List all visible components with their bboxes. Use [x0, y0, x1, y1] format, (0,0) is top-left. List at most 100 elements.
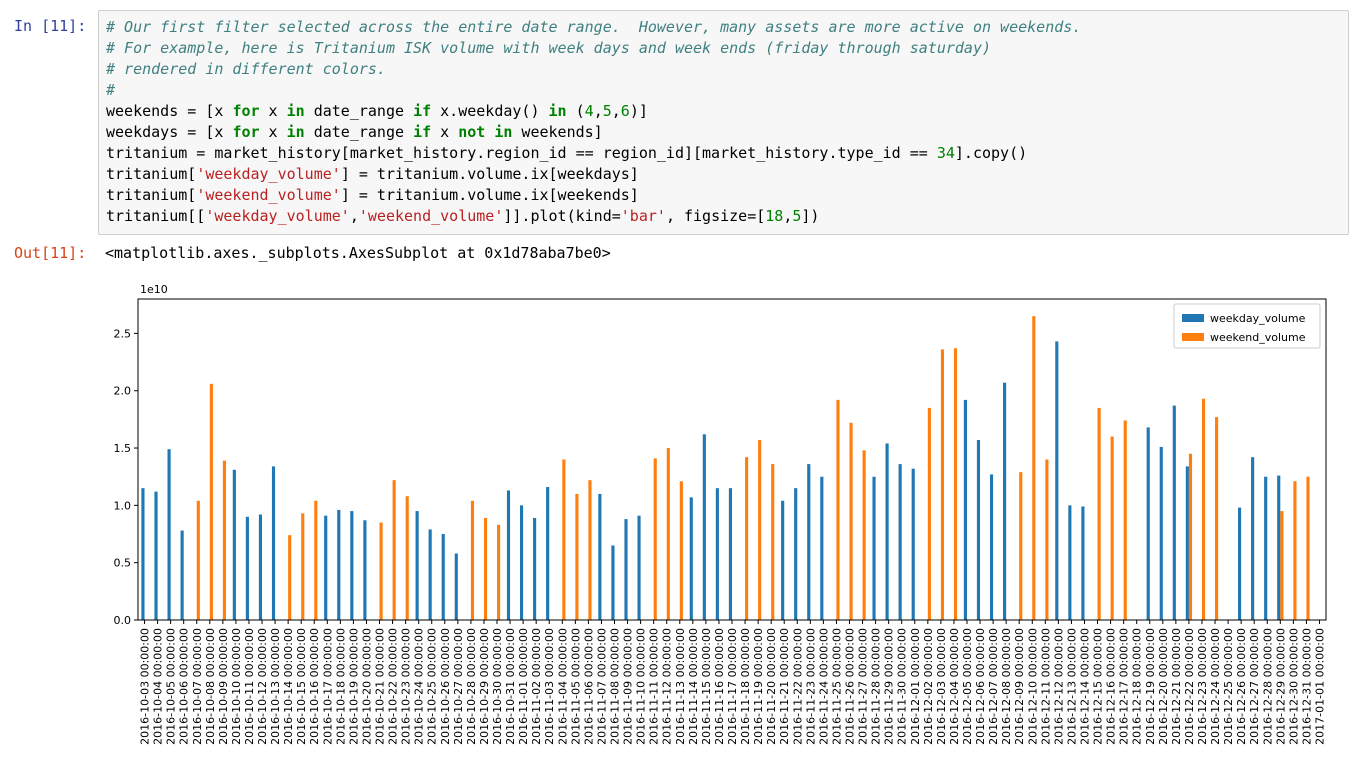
bar-weekday_volume	[154, 491, 158, 620]
x-tick-label: 2016-11-22 00:00:00	[791, 628, 804, 745]
x-tick-label: 2016-12-24 00:00:00	[1209, 628, 1222, 745]
bar-weekday_volume	[715, 488, 719, 620]
bar-weekend_volume	[1123, 420, 1127, 620]
x-tick-label: 2016-12-21 00:00:00	[1170, 628, 1183, 745]
x-tick-label: 2016-12-26 00:00:00	[1235, 628, 1248, 745]
y-tick-label: 0.5	[114, 557, 132, 570]
x-tick-label: 2016-10-25 00:00:00	[426, 628, 439, 745]
bar-weekend_volume	[653, 458, 657, 620]
bar-weekday_volume	[1238, 507, 1242, 620]
x-tick-label: 2016-12-12 00:00:00	[1052, 628, 1065, 745]
x-tick-label: 2016-12-27 00:00:00	[1248, 628, 1261, 745]
legend-label-weekday_volume: weekday_volume	[1210, 312, 1306, 325]
x-tick-label: 2016-10-03 00:00:00	[139, 628, 152, 745]
x-tick-label: 2016-10-26 00:00:00	[439, 628, 452, 745]
bar-weekday_volume	[807, 464, 811, 620]
x-tick-label: 2016-12-06 00:00:00	[974, 628, 987, 745]
bar-weekday_volume	[533, 517, 537, 620]
x-tick-label: 2016-12-15 00:00:00	[1092, 628, 1105, 745]
x-tick-label: 2016-11-30 00:00:00	[896, 628, 909, 745]
x-tick-label: 2016-12-13 00:00:00	[1065, 628, 1078, 745]
bar-weekday_volume	[1055, 341, 1059, 620]
bar-weekend_volume	[301, 513, 305, 620]
bar-weekend_volume	[1032, 316, 1036, 620]
x-tick-label: 2016-10-21 00:00:00	[374, 628, 387, 745]
x-tick-label: 2016-11-23 00:00:00	[804, 628, 817, 745]
bar-weekend_volume	[1188, 453, 1193, 620]
x-tick-label: 2016-11-29 00:00:00	[883, 628, 896, 745]
x-tick-label: 2016-11-18 00:00:00	[739, 628, 752, 745]
x-tick-label: 2016-12-08 00:00:00	[1000, 628, 1013, 745]
x-tick-label: 2016-12-28 00:00:00	[1261, 628, 1274, 745]
x-tick-label: 2016-11-02 00:00:00	[530, 628, 543, 745]
bar-weekend_volume	[196, 500, 200, 620]
x-tick-label: 2016-12-02 00:00:00	[922, 628, 935, 745]
x-tick-label: 2016-10-24 00:00:00	[413, 628, 426, 745]
bar-weekend_volume	[679, 481, 683, 620]
x-tick-label: 2016-10-14 00:00:00	[282, 628, 295, 745]
bar-weekday_volume	[702, 434, 706, 620]
bar-weekday_volume	[441, 534, 445, 620]
x-tick-label: 2016-11-14 00:00:00	[687, 628, 700, 745]
bar-weekend_volume	[771, 464, 775, 620]
bar-weekday_volume	[350, 511, 354, 620]
bar-weekday_volume	[506, 490, 511, 620]
bar-weekday_volume	[258, 514, 263, 620]
bar-weekend_volume	[405, 496, 409, 620]
bar-weekend_volume	[666, 448, 670, 620]
bar-weekend_volume	[1306, 476, 1310, 620]
bar-weekend_volume	[1293, 481, 1297, 620]
x-tick-label: 2016-11-01 00:00:00	[517, 628, 530, 745]
bar-weekday_volume	[546, 487, 550, 620]
x-tick-label: 2016-10-19 00:00:00	[347, 628, 360, 745]
x-tick-label: 2016-11-24 00:00:00	[817, 628, 830, 745]
x-tick-label: 2016-11-19 00:00:00	[752, 628, 765, 745]
x-tick-label: 2016-11-10 00:00:00	[635, 628, 648, 745]
bar-chart: 0.0 0.5 1.0 1.5 2.0 2.5 1e10 2016-10-03 00:00:0…	[114, 283, 1327, 745]
code-text[interactable]: # Our first filter selected across the e…	[99, 11, 1348, 227]
bar-weekend_volume	[849, 422, 853, 620]
bar-weekday_volume	[898, 464, 902, 620]
bar-weekday_volume	[1159, 446, 1163, 620]
bar-weekday_volume	[180, 530, 184, 620]
bar-weekend_volume	[953, 348, 958, 620]
code-input-area[interactable]: # Our first filter selected across the e…	[98, 10, 1349, 235]
x-tick-label: 2016-12-10 00:00:00	[1026, 628, 1039, 745]
bar-weekday_volume	[519, 505, 524, 620]
bar-weekend_volume	[470, 500, 475, 620]
x-tick-label: 2016-11-27 00:00:00	[857, 628, 870, 745]
bar-weekday_volume	[363, 520, 367, 620]
x-tick-label: 2016-10-31 00:00:00	[504, 628, 517, 745]
x-tick-label: 2016-11-15 00:00:00	[700, 628, 713, 745]
y-offset-label: 1e10	[140, 283, 168, 296]
bar-weekend_volume	[758, 440, 762, 620]
bar-weekend_volume	[1097, 407, 1101, 620]
x-tick-label: 2016-10-28 00:00:00	[465, 628, 478, 745]
x-tick-label: 2016-12-29 00:00:00	[1274, 628, 1287, 745]
bar-weekend_volume	[927, 407, 931, 620]
x-tick-label: 2016-11-13 00:00:00	[674, 628, 687, 745]
bar-weekday_volume	[1185, 466, 1189, 620]
bar-weekday_volume	[728, 488, 732, 620]
x-tick-label: 2016-11-12 00:00:00	[661, 628, 674, 745]
x-tick-label: 2016-10-30 00:00:00	[491, 628, 504, 745]
bar-weekend_volume	[483, 517, 488, 620]
bar-weekday_volume	[324, 515, 328, 620]
bar-weekend_volume	[1215, 417, 1219, 620]
x-tick-label: 2016-12-20 00:00:00	[1157, 628, 1170, 745]
x-tick-label: 2016-12-30 00:00:00	[1287, 628, 1300, 745]
x-tick-label: 2016-11-03 00:00:00	[543, 628, 556, 745]
bar-weekday_volume	[911, 468, 915, 620]
bar-weekday_volume	[1277, 475, 1281, 620]
x-tick-label: 2016-10-11 00:00:00	[243, 628, 256, 745]
x-tick-label: 2016-10-13 00:00:00	[269, 628, 282, 745]
bar-weekend_volume	[940, 349, 945, 620]
x-tick-label: 2016-12-16 00:00:00	[1105, 628, 1118, 745]
x-tick-label: 2016-10-20 00:00:00	[360, 628, 373, 745]
bar-weekday_volume	[611, 545, 615, 620]
bar-weekend_volume	[862, 450, 866, 620]
y-tick-label: 2.0	[114, 385, 132, 398]
bar-weekday_volume	[337, 509, 341, 620]
bar-weekday_volume	[989, 474, 994, 620]
x-tick-label: 2016-10-18 00:00:00	[334, 628, 347, 745]
